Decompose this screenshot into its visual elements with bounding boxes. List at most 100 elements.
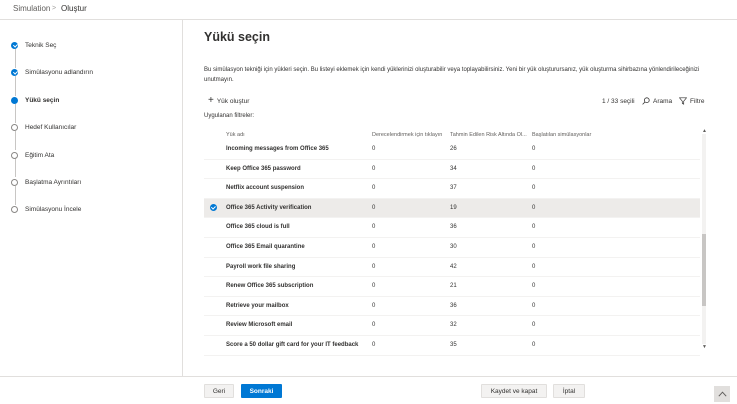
payload-name: Renew Office 365 subscription [226, 283, 314, 290]
stepper-connector [14, 131, 16, 150]
step-done-check-icon [11, 41, 18, 49]
scrollbar-thumb[interactable] [702, 234, 706, 306]
rating-cell: 0 [372, 244, 376, 250]
step-label: Başlatma Ayrıntıları [25, 178, 82, 186]
rating-cell: 0 [372, 224, 376, 231]
rating-cell: 0 [372, 204, 376, 211]
risk-cell: 42 [450, 263, 457, 270]
filter-label: Filtre [690, 97, 705, 105]
risk-cell: 21 [450, 283, 457, 290]
step-egitim-ata[interactable]: Eğitim Ata [11, 149, 54, 161]
risk-cell: 34 [450, 165, 457, 172]
payload-name: Incoming messages from Office 365 [226, 146, 329, 152]
table-row[interactable]: Office 365 cloud is full 0 36 0 [204, 218, 700, 238]
breadcrumb-separator-icon: > [52, 5, 57, 12]
scroll-down-arrow-icon[interactable]: ▼ [702, 344, 707, 350]
search-label: Arama [653, 97, 673, 105]
launched-cell: 0 [532, 146, 536, 152]
payload-name: Office 365 Email quarantine [226, 244, 305, 250]
risk-cell: 37 [450, 185, 457, 192]
table-row[interactable]: Payroll work file sharing 0 42 0 [204, 258, 700, 278]
risk-cell: 36 [450, 224, 457, 231]
risk-cell: 35 [450, 342, 457, 348]
table-row[interactable]: Keep Office 365 password 0 34 0 [204, 160, 700, 180]
search-icon [642, 97, 650, 105]
launched-cell: 0 [532, 322, 536, 329]
cancel-button[interactable]: İptal [553, 384, 585, 398]
main-panel: Yükü seçin Bu simülasyon tekniği için yü… [183, 20, 737, 376]
save-and-close-button[interactable]: Kaydet ve kapat [481, 384, 547, 398]
rating-cell: 0 [372, 322, 376, 329]
step-current-icon [11, 96, 18, 104]
step-pending-icon [11, 123, 18, 131]
wizard-stepper: Teknik Seç Simülasyonu adlandırın Yükü s… [0, 20, 183, 376]
rating-cell: 0 [372, 263, 376, 270]
rating-cell: 0 [372, 302, 376, 309]
breadcrumb-current: Oluştur [61, 4, 87, 13]
risk-cell: 30 [450, 244, 457, 250]
table-row[interactable]: Renew Office 365 subscription 0 21 0 [204, 277, 700, 297]
column-header-rating[interactable]: Derecelendirmek için tıklayın [372, 132, 442, 138]
rating-cell: 0 [372, 146, 376, 152]
risk-cell: 36 [450, 302, 457, 309]
create-payload-label: Yük oluştur [216, 97, 250, 105]
rating-cell: 0 [372, 342, 376, 348]
step-label: Hedef Kullanıcılar [25, 123, 77, 131]
launched-cell: 0 [532, 283, 536, 290]
step-label: Simülasyonu adlandırın [25, 68, 93, 76]
create-payload-button[interactable]: + Yük oluştur [208, 95, 250, 106]
payload-name: Office 365 Activity verification [226, 204, 312, 211]
rating-cell: 0 [372, 283, 376, 290]
step-simulasyonu-adlandirin[interactable]: Simülasyonu adlandırın [11, 66, 93, 78]
search-button[interactable]: Arama [642, 97, 672, 105]
rating-cell: 0 [372, 185, 376, 192]
page-description: Bu simülasyon tekniği için yükleri seçin… [204, 67, 700, 83]
selected-check-icon[interactable] [210, 204, 217, 212]
table-row[interactable]: Retrieve your mailbox 0 36 0 [204, 297, 700, 317]
table-row-selected[interactable]: Office 365 Activity verification 0 19 0 [204, 198, 700, 219]
back-button[interactable]: Geri [204, 384, 234, 398]
plus-icon: + [208, 95, 214, 106]
launched-cell: 0 [532, 165, 536, 172]
step-hedef-kullanicilar[interactable]: Hedef Kullanıcılar [11, 121, 76, 133]
table-scrollbar[interactable] [702, 134, 706, 344]
payload-table: Incoming messages from Office 365 0 26 0… [204, 140, 700, 358]
step-yuku-secin[interactable]: Yükü seçin [11, 94, 59, 106]
scroll-to-top-button[interactable] [714, 386, 730, 402]
step-pending-icon [11, 178, 18, 186]
payload-name: Review Microsoft email [226, 322, 293, 329]
step-pending-icon [11, 205, 18, 213]
payload-name: Retrieve your mailbox [226, 302, 289, 309]
risk-cell: 19 [450, 204, 457, 211]
next-button[interactable]: Sonraki [241, 384, 282, 398]
table-row[interactable]: Review Microsoft email 0 32 0 [204, 316, 700, 336]
launched-cell: 0 [532, 342, 536, 348]
table-row[interactable]: Score a 50 dollar gift card for your IT … [204, 336, 700, 356]
step-pending-icon [11, 151, 18, 159]
table-row[interactable]: Office 365 Email quarantine 0 30 0 [204, 238, 700, 258]
launched-cell: 0 [532, 302, 536, 309]
breadcrumb-root[interactable]: Simulation [13, 4, 50, 13]
payload-name: Netflix account suspension [226, 185, 305, 192]
filter-button[interactable]: Filtre [679, 97, 704, 105]
step-baslatma-ayrintilari[interactable]: Başlatma Ayrıntıları [11, 176, 81, 188]
wizard-footer: Geri Sonraki Kaydet ve kapat İptal [0, 376, 737, 404]
filter-icon [679, 97, 687, 105]
launched-cell: 0 [532, 244, 536, 250]
step-simulasyonu-incele[interactable]: Simülasyonu İncele [11, 203, 81, 215]
column-header-launched[interactable]: Başlatılan simülasyonlar [532, 132, 591, 138]
chevron-up-icon [717, 391, 727, 397]
column-header-name[interactable]: Yük adı [226, 132, 245, 138]
page-title: Yükü seçin [204, 30, 270, 44]
table-row[interactable]: Incoming messages from Office 365 0 26 0 [204, 140, 700, 160]
table-row[interactable]: Netflix account suspension 0 37 0 [204, 179, 700, 199]
step-label: Eğitim Ata [25, 151, 55, 159]
payload-name: Score a 50 dollar gift card for your IT … [226, 342, 359, 348]
launched-cell: 0 [532, 263, 536, 270]
column-header-risk[interactable]: Tahmin Edilen Risk Altında Ol... [450, 132, 527, 138]
launched-cell: 0 [532, 224, 536, 231]
step-label: Simülasyonu İncele [25, 205, 82, 213]
payload-name: Payroll work file sharing [226, 263, 296, 270]
selected-count: 1 / 33 seçili [602, 98, 635, 105]
step-teknik-sec[interactable]: Teknik Seç [11, 39, 56, 51]
